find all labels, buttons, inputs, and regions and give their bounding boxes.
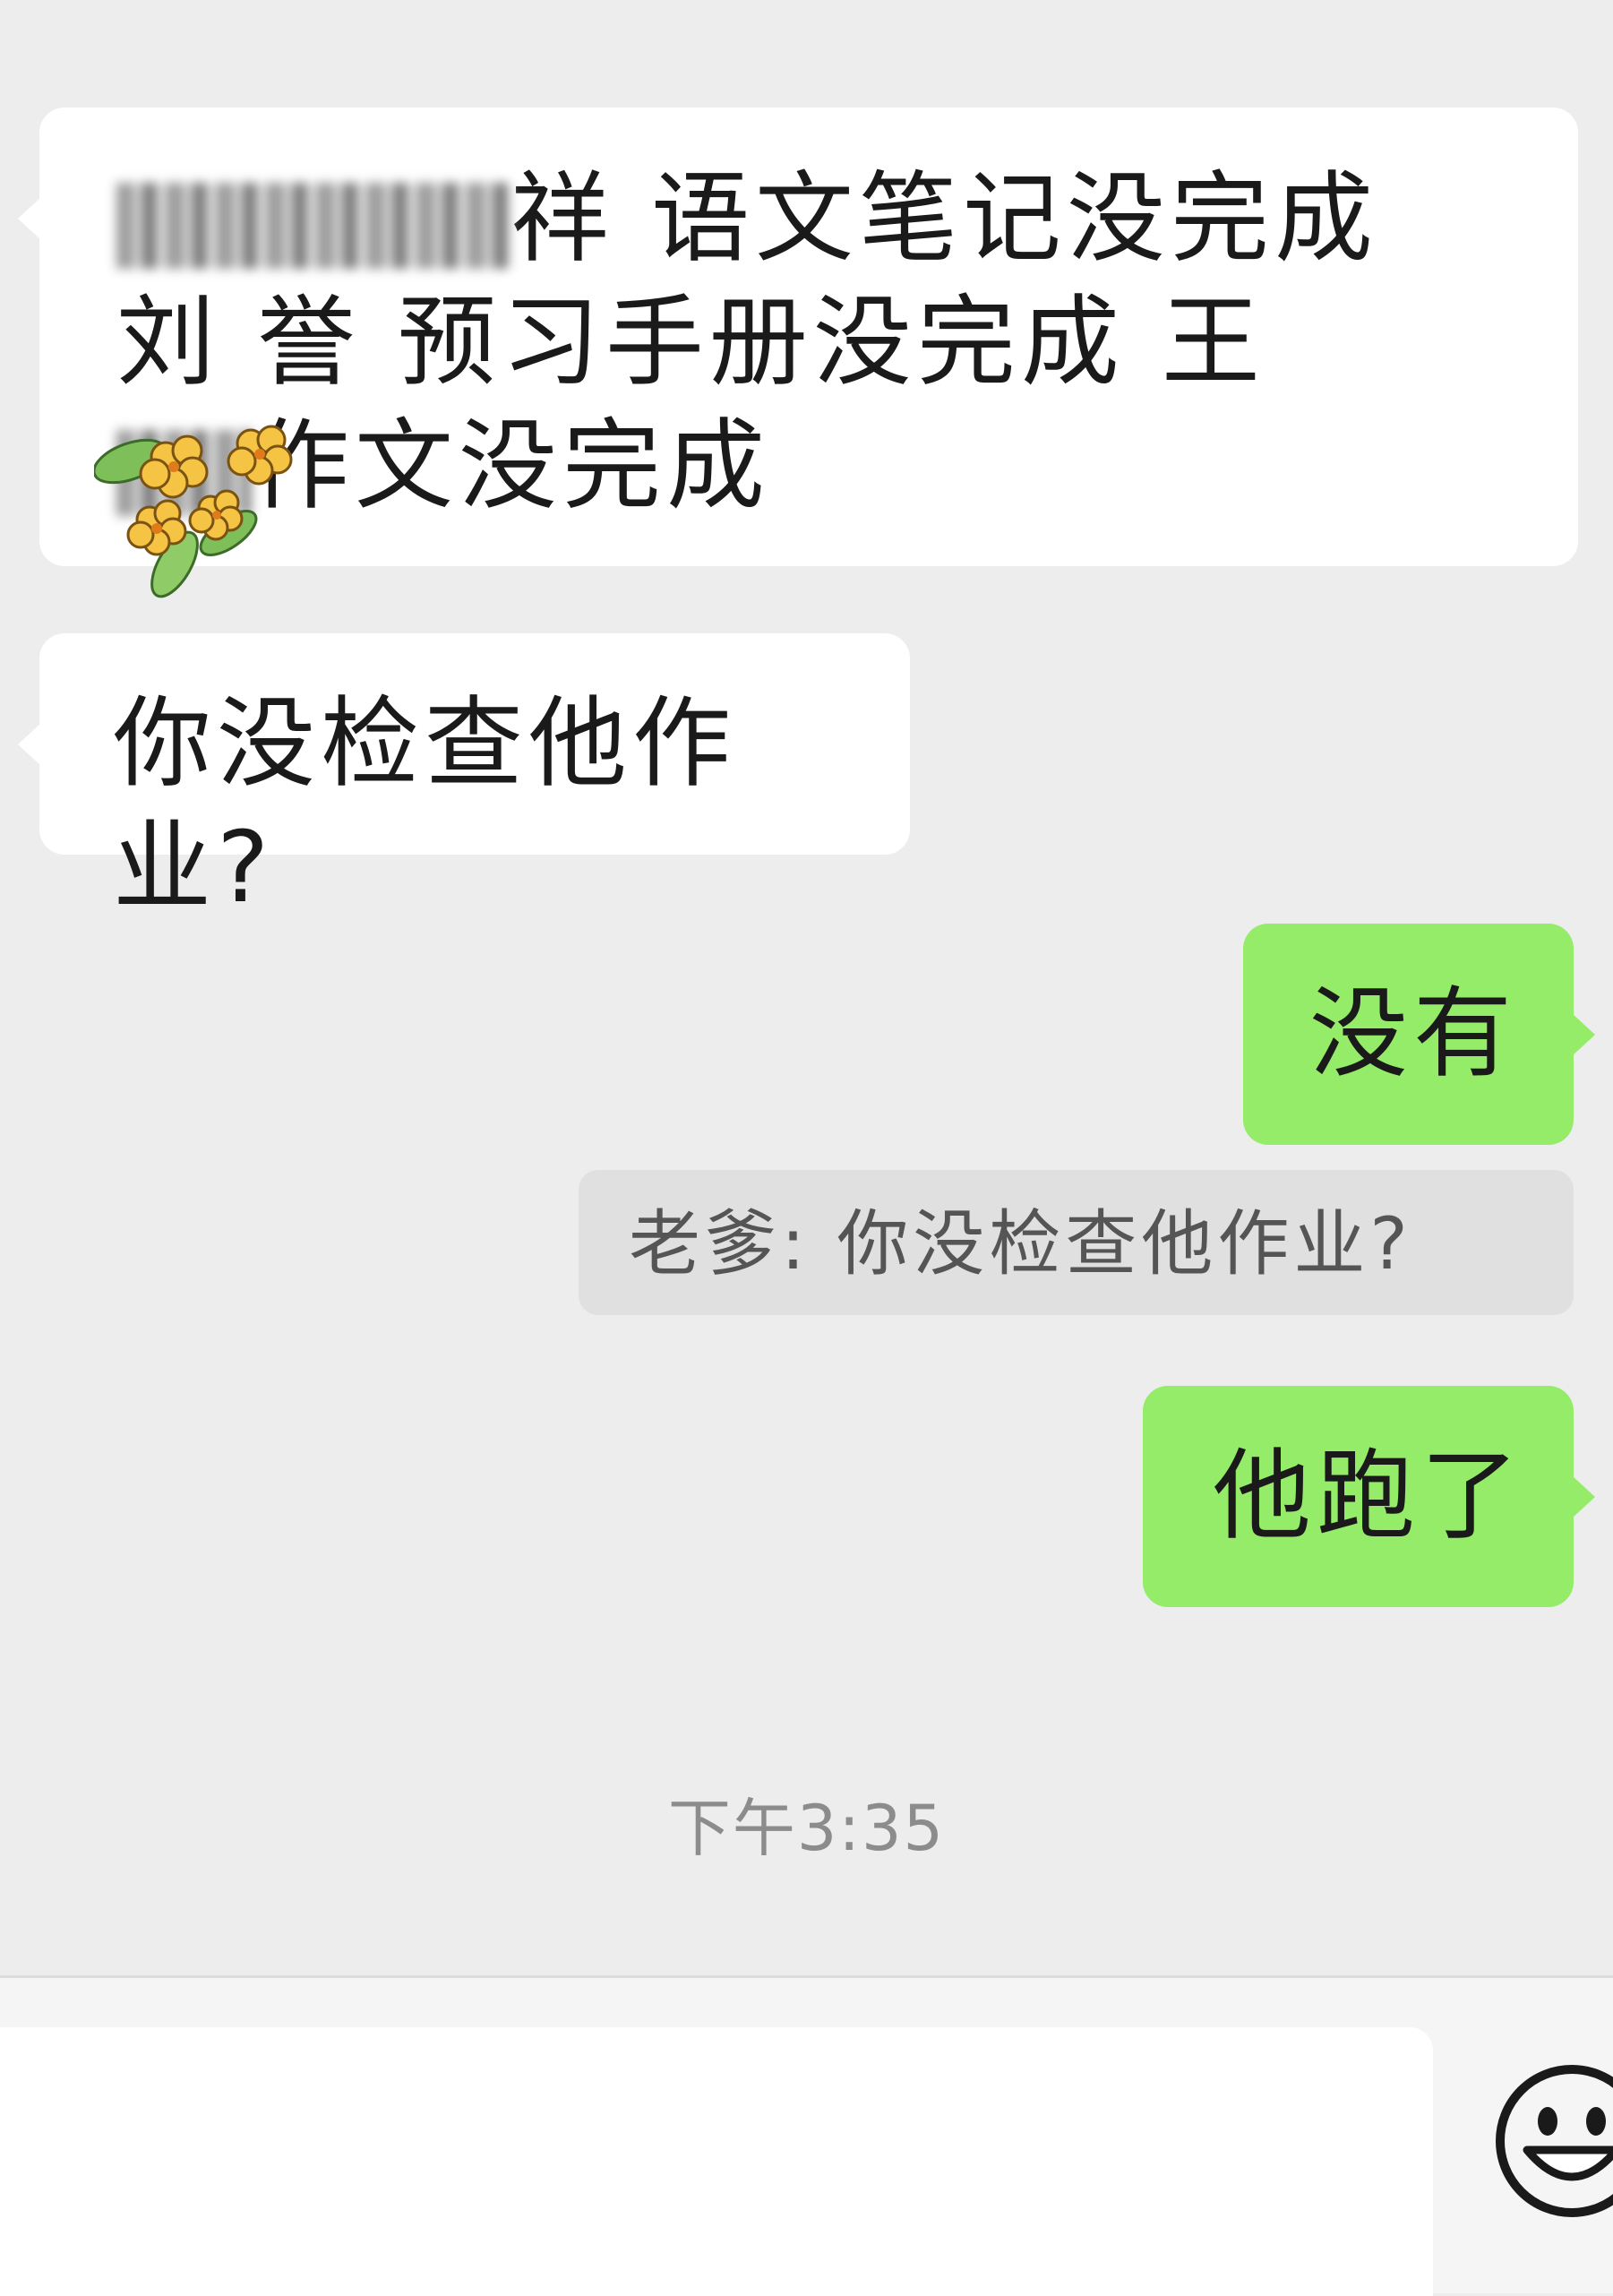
incoming-message-bubble[interactable]: 你没检查他作业? bbox=[18, 633, 910, 924]
redacted-text bbox=[116, 182, 510, 269]
outgoing-message-bubble[interactable]: 没有 bbox=[1243, 924, 1595, 1145]
bubble-tail bbox=[1572, 1013, 1595, 1056]
quote-text: 你没检查他作业? bbox=[837, 1202, 1412, 1286]
input-bar bbox=[0, 1975, 1613, 2296]
outgoing-message-bubble[interactable]: 他跑了 bbox=[1143, 1386, 1595, 1607]
message-input[interactable] bbox=[0, 2027, 1433, 2296]
message-line: 刘 誉 预习手册没完成 王 bbox=[116, 280, 1524, 404]
bubble-tail bbox=[18, 197, 41, 240]
message-text: 祥 语文笔记没完成 bbox=[510, 161, 1378, 276]
message-text: 作文没完成 bbox=[251, 408, 770, 523]
message-line: 祥 语文笔记没完成 bbox=[116, 157, 1524, 280]
quoted-message[interactable]: 老爹: 你没检查他作业? bbox=[579, 1170, 1574, 1315]
bubble-tail bbox=[18, 723, 41, 766]
flower-sticker-icon bbox=[94, 425, 293, 598]
message-text: 刘 誉 预习手册没完成 王 bbox=[116, 285, 1266, 400]
smiley-icon[interactable] bbox=[1491, 2060, 1613, 2222]
message-line: 作文没完成 bbox=[116, 404, 1524, 528]
chat-area: 祥 语文笔记没完成 刘 誉 预习手册没完成 王 作文没完成 你没检查他作业? 没… bbox=[0, 0, 1613, 1975]
timestamp: 下午3:35 bbox=[667, 1792, 946, 1865]
message-text: 他跑了 bbox=[1213, 1439, 1524, 1553]
message-text: 没有 bbox=[1309, 976, 1517, 1091]
quote-sender: 老爹: bbox=[629, 1202, 810, 1286]
message-text: 你没检查他作业? bbox=[113, 686, 736, 924]
bubble-tail bbox=[1572, 1475, 1595, 1518]
